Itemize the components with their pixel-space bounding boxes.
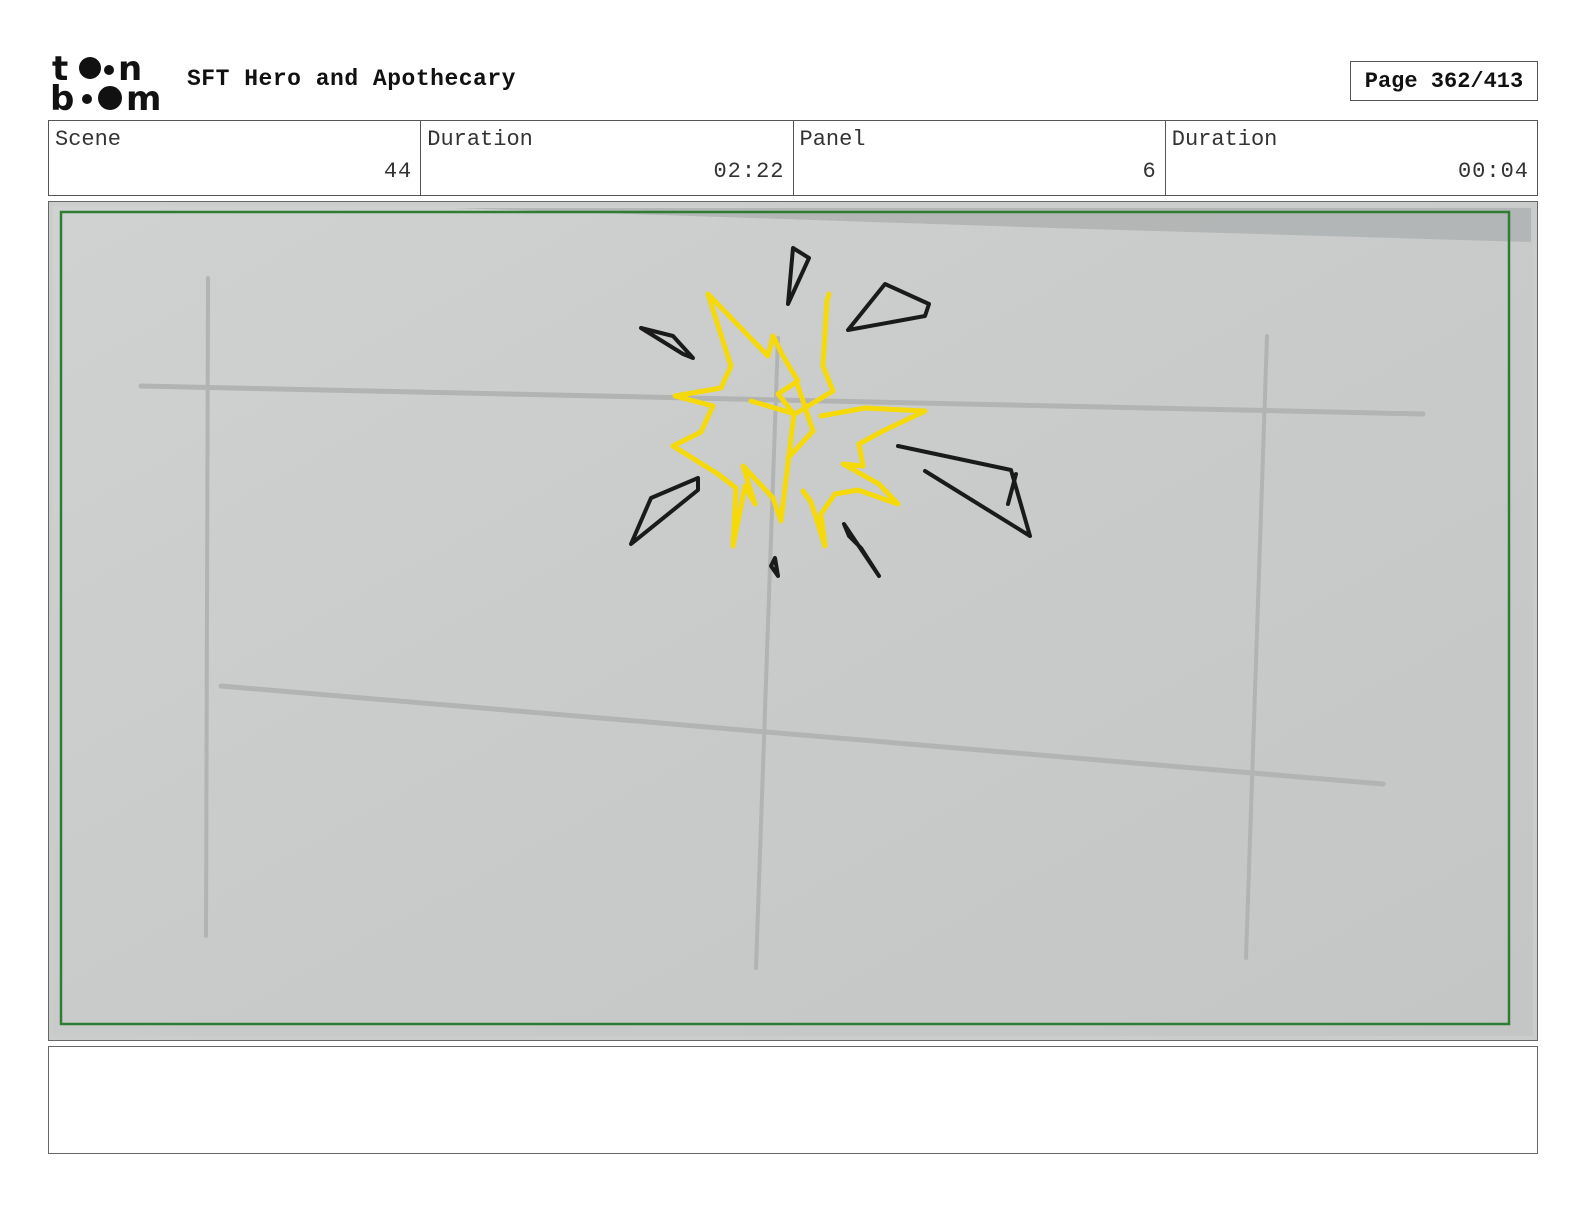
- storyboard-panel: [48, 201, 1538, 1041]
- project-title: SFT Hero and Apothecary: [187, 66, 516, 92]
- panel-notes: [48, 1046, 1538, 1154]
- scene-duration-label: Duration: [427, 127, 533, 152]
- panel-duration-value: 00:04: [1457, 159, 1529, 184]
- svg-text:b: b: [50, 79, 74, 114]
- scene-label: Scene: [55, 127, 122, 152]
- svg-text:m: m: [126, 79, 161, 114]
- panel-background: [53, 206, 1533, 1036]
- page-number: Page 362/413: [1350, 61, 1538, 101]
- panel-cell: Panel 6: [794, 121, 1166, 195]
- scene-cell: Scene 44: [49, 121, 422, 195]
- scene-duration-value: 02:22: [713, 159, 785, 184]
- scene-value: 44: [383, 159, 413, 184]
- scene-duration-cell: Duration 02:22: [421, 121, 794, 195]
- panel-duration-label: Duration: [1171, 127, 1278, 152]
- panel-label: Panel: [799, 127, 866, 152]
- panel-value: 6: [1142, 159, 1157, 184]
- panel-drawing: [53, 206, 1533, 1036]
- panel-duration-cell: Duration 00:04: [1166, 121, 1537, 195]
- panel-info-table: Scene 44 Duration 02:22 Panel 6 Duration…: [48, 120, 1538, 196]
- toon-boom-logo: t n b m: [50, 49, 165, 119]
